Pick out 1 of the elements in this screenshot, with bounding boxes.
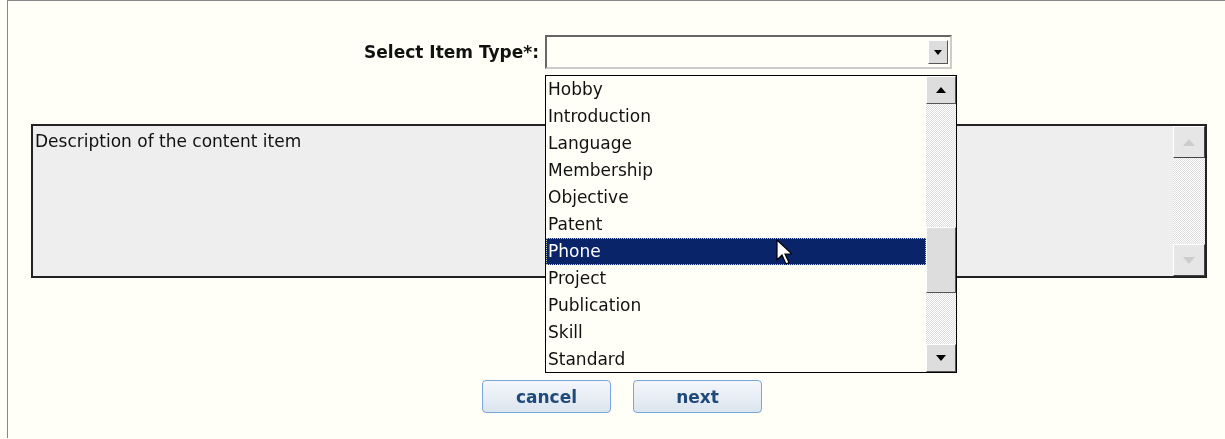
field-label: Select Item Type*: [363,42,539,62]
